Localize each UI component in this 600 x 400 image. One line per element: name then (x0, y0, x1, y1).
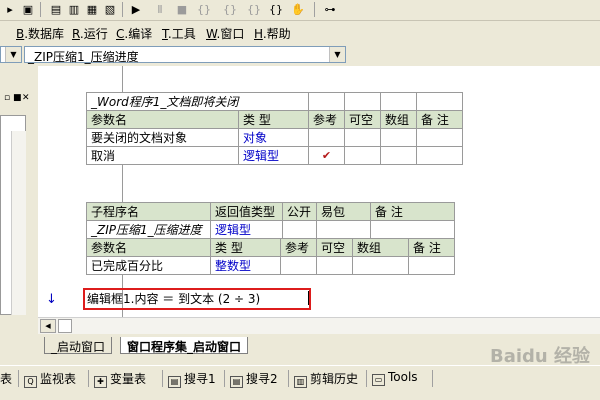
bottom-tab-search2[interactable]: ▤ 搜寻2 (230, 370, 278, 388)
chevron-down-icon[interactable]: ▼ (329, 47, 345, 62)
bottom-tab-watch[interactable]: Q 监视表 (24, 370, 76, 388)
bottom-tab-table[interactable]: 表 (0, 370, 12, 387)
bottom-panel-bar: 表 Q 监视表 ✚ 变量表 ▤ 搜寻1 ▤ 搜寻2 ▥ 剪辑历史 ▭ Tools (0, 365, 600, 391)
bottom-tab-tools[interactable]: ▭ Tools (372, 370, 418, 386)
subroutine-table: 子程序名 返回值类型 公开 易包 备 注 _ZIP压缩1_压缩进度 逻辑型 参数… (86, 202, 455, 275)
text-caret (308, 291, 309, 305)
window-layout4-icon[interactable]: ▧ (102, 2, 118, 17)
window-layout2-icon[interactable]: ▥ (66, 2, 82, 17)
horizontal-scrollbar[interactable]: ◀ (38, 317, 600, 334)
table-row[interactable]: 已完成百分比 整数型 (86, 256, 455, 275)
pause-icon[interactable]: Ⅱ (152, 2, 168, 17)
menu-window[interactable]: W.窗口 (206, 25, 244, 42)
current-line-arrow-icon: ↓ (46, 292, 57, 307)
table-row[interactable]: 要关闭的文档对象 对象 (86, 128, 463, 147)
scroll-left-icon[interactable]: ◀ (40, 319, 56, 333)
table-header-row: 参数名 类 型 参考 可空 数组 备 注 (86, 238, 455, 257)
class-selector[interactable]: ▼ (0, 46, 22, 63)
chevron-down-icon[interactable]: ▼ (5, 47, 21, 62)
window-layout3-icon[interactable]: ▦ (84, 2, 100, 17)
close-icon[interactable]: ✕ (22, 93, 30, 103)
combo-row: ▼ _ZIP压缩1_压缩进度 ▼ (0, 44, 600, 66)
run-to-cursor-icon[interactable]: {} (268, 2, 284, 17)
toolbar-separator (40, 2, 41, 17)
toolbar-separator (314, 2, 315, 17)
search-results-icon: ▤ (230, 376, 243, 388)
menu-bar: B.数据库 R.运行 C.编译 T.工具 W.窗口 H.帮助 (0, 21, 600, 44)
code-line[interactable]: 编辑框1.内容 ＝ 到文本 (2 ÷ 3) (87, 290, 260, 307)
table-header-row: 参数名 类 型 参考 可空 数组 备 注 (86, 110, 463, 129)
code-editor[interactable]: _Word程序1_文档即将关闭 参数名 类 型 参考 可空 数组 备 注 要关闭… (38, 66, 600, 317)
hand-icon[interactable]: ✋ (290, 2, 306, 17)
variables-icon: ✚ (94, 376, 107, 388)
watermark: Baidu 经验 (490, 346, 591, 367)
left-scrollbar[interactable] (11, 131, 26, 315)
subroutine-selector[interactable]: _ZIP压缩1_压缩进度 ▼ (24, 46, 346, 64)
step-over-icon[interactable]: {} (222, 2, 238, 17)
stop-icon[interactable]: ■ (174, 2, 190, 17)
binoculars-icon[interactable]: ⊶ (322, 2, 338, 17)
step-into-icon[interactable]: {} (196, 2, 212, 17)
panel-dots: ▫ ■ (4, 93, 22, 103)
params-table-word-event: _Word程序1_文档即将关闭 参数名 类 型 参考 可空 数组 备 注 要关闭… (86, 92, 463, 165)
window-layout-icon[interactable]: ▤ (48, 2, 64, 17)
step-out-icon[interactable]: {} (246, 2, 262, 17)
tab-startup-window[interactable]: _启动窗口 (44, 337, 113, 354)
bottom-tab-search1[interactable]: ▤ 搜寻1 (168, 370, 216, 388)
run-icon[interactable]: ▶ (128, 2, 144, 17)
checkmark-icon[interactable]: ✔ (308, 146, 345, 165)
scroll-thumb[interactable] (58, 319, 72, 333)
table-row[interactable]: 取消 逻辑型 ✔ (86, 146, 463, 165)
menu-tools[interactable]: T.工具 (162, 25, 196, 42)
menu-compile[interactable]: C.编译 (116, 25, 152, 42)
search-results-icon: ▤ (168, 376, 181, 388)
table-header-row: 子程序名 返回值类型 公开 易包 备 注 (86, 202, 455, 221)
find-icon[interactable]: ▣ (20, 2, 36, 17)
toolbar: ▸ ▣ ▤ ▥ ▦ ▧ ▶ Ⅱ ■ {} {} {} {} ✋ ⊶ (0, 0, 600, 21)
subroutine-name-cell[interactable]: _Word程序1_文档即将关闭 (86, 92, 309, 111)
tab-window-assembly[interactable]: 窗口程序集_启动窗口 (120, 337, 249, 354)
table-row[interactable]: _ZIP压缩1_压缩进度 逻辑型 (86, 220, 455, 239)
toolbar-separator (122, 2, 123, 17)
menu-run[interactable]: R.运行 (72, 25, 108, 42)
window-icon: ▭ (372, 374, 385, 386)
menu-help[interactable]: H.帮助 (254, 25, 291, 42)
bottom-tab-variables[interactable]: ✚ 变量表 (94, 370, 146, 388)
menu-database[interactable]: B.数据库 (16, 25, 64, 42)
clipboard-icon: ▥ (294, 376, 307, 388)
bottom-tab-clip-history[interactable]: ▥ 剪辑历史 (294, 370, 358, 388)
magnifier-icon: Q (24, 376, 37, 388)
open-icon[interactable]: ▸ (2, 2, 18, 17)
